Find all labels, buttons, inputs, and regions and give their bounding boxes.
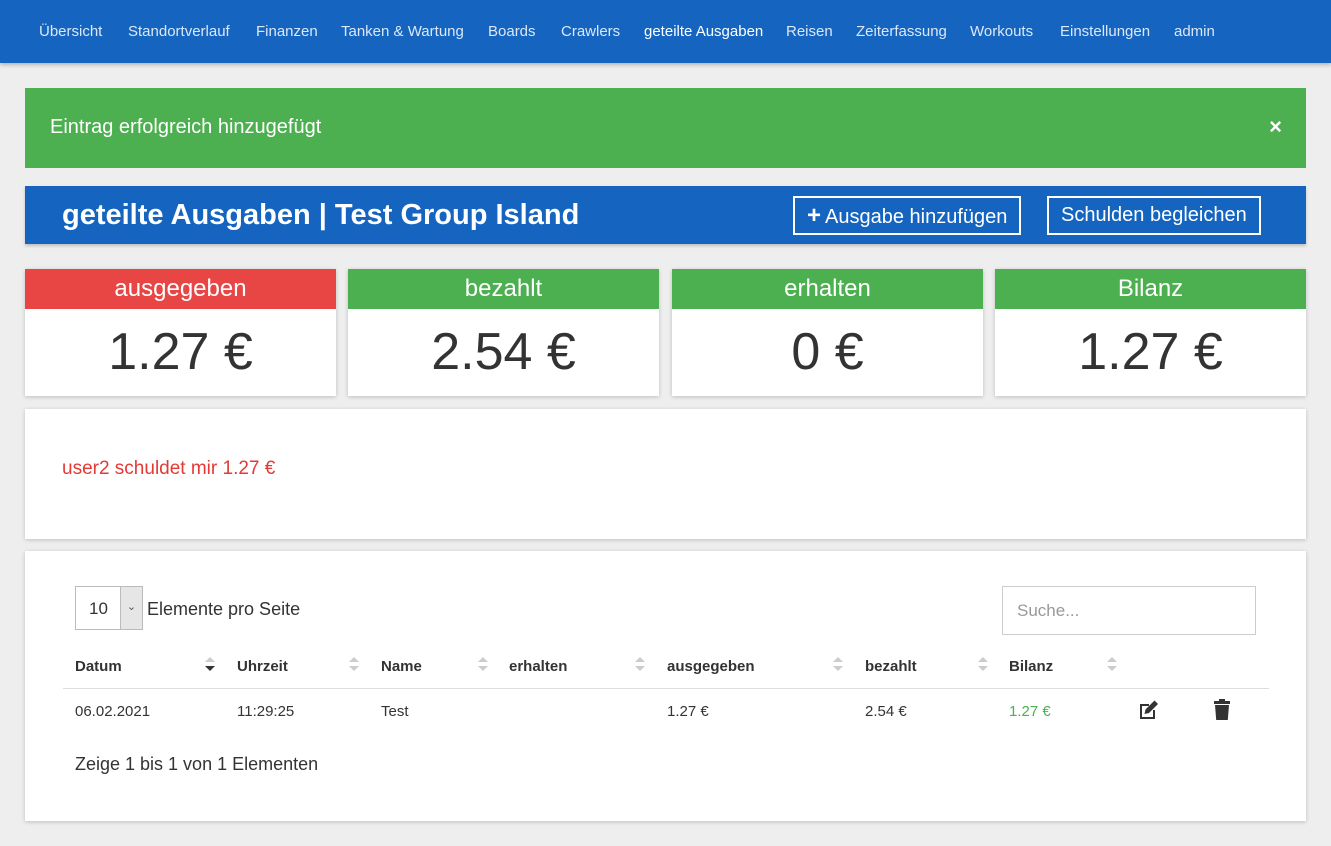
success-alert: Eintrag erfolgreich hinzugefügt × <box>25 88 1306 168</box>
sort-icon[interactable] <box>634 653 646 677</box>
stat-card-bilanz: Bilanz 1.27 € <box>995 269 1306 396</box>
nav-item-standortverlauf[interactable]: Standortverlauf <box>128 23 230 40</box>
add-expense-label: Ausgabe hinzufügen <box>825 206 1008 228</box>
stat-card-bezahlt: bezahlt 2.54 € <box>348 269 659 396</box>
close-icon[interactable]: × <box>1269 114 1282 140</box>
stat-card-label: erhalten <box>672 269 983 309</box>
column-header-ausgegeben[interactable]: ausgegeben <box>667 658 755 675</box>
column-header-erhalten[interactable]: erhalten <box>509 658 567 675</box>
stat-card-label: Bilanz <box>995 269 1306 309</box>
settle-debts-label: Schulden begleichen <box>1061 204 1247 226</box>
nav-item-crawlers[interactable]: Crawlers <box>561 23 620 40</box>
add-expense-button[interactable]: + Ausgabe hinzufügen <box>793 196 1022 235</box>
cell-datum: 06.02.2021 <box>75 703 151 720</box>
stat-card-label: bezahlt <box>348 269 659 309</box>
column-header-bilanz[interactable]: Bilanz <box>1009 658 1053 675</box>
stat-card-value: 0 € <box>791 323 864 381</box>
stat-card-label: ausgegeben <box>25 269 336 309</box>
page-size-value: 10 <box>89 599 108 618</box>
cell-bezahlt: 2.54 € <box>865 703 907 720</box>
search-input[interactable] <box>1002 586 1256 635</box>
stat-card-ausgegeben: ausgegeben 1.27 € <box>25 269 336 396</box>
sort-icon[interactable] <box>348 653 360 677</box>
sort-icon[interactable] <box>477 653 489 677</box>
top-navbar: Übersicht Standortverlauf Finanzen Tanke… <box>0 0 1331 63</box>
column-header-datum[interactable]: Datum <box>75 658 122 675</box>
trash-icon[interactable] <box>1210 698 1234 722</box>
column-header-uhrzeit[interactable]: Uhrzeit <box>237 658 288 675</box>
chevron-down-icon[interactable]: ⌄ <box>120 587 142 629</box>
group-header: geteilte Ausgaben | Test Group Island + A… <box>25 186 1306 244</box>
stat-card-value: 2.54 € <box>431 323 576 381</box>
pagination-info: Zeige 1 bis 1 von 1 Elementen <box>75 754 319 774</box>
nav-item-reisen[interactable]: Reisen <box>786 23 833 40</box>
nav-item-geteilte-ausgaben[interactable]: geteilte Ausgaben <box>644 23 763 40</box>
cell-name: Test <box>381 703 409 720</box>
page-title: geteilte Ausgaben | Test Group Island <box>62 199 580 231</box>
alert-message: Eintrag erfolgreich hinzugefügt <box>50 116 322 138</box>
cell-ausgegeben: 1.27 € <box>667 703 709 720</box>
stat-card-value: 1.27 € <box>108 323 253 381</box>
cell-uhrzeit: 11:29:25 <box>237 703 295 720</box>
debt-summary-panel: user2 schuldet mir 1.27 € <box>25 409 1306 539</box>
sort-icon[interactable] <box>832 653 844 677</box>
plus-icon: + <box>807 202 822 229</box>
sort-icon[interactable] <box>204 653 216 677</box>
sort-icon[interactable] <box>977 653 989 677</box>
settle-debts-button[interactable]: Schulden begleichen <box>1047 196 1261 235</box>
cell-bilanz: 1.27 € <box>1009 703 1051 720</box>
debt-summary-text: user2 schuldet mir 1.27 € <box>62 458 276 479</box>
column-header-name[interactable]: Name <box>381 658 422 675</box>
expenses-table-panel: 10 ⌄ Elemente pro Seite Datum Uhrzeit Na… <box>25 551 1306 821</box>
nav-item-admin[interactable]: admin <box>1174 23 1215 40</box>
table-header-divider <box>63 688 1269 689</box>
nav-item-workouts[interactable]: Workouts <box>970 23 1033 40</box>
nav-item-finanzen[interactable]: Finanzen <box>256 23 318 40</box>
column-header-bezahlt[interactable]: bezahlt <box>865 658 917 675</box>
nav-item-einstellungen[interactable]: Einstellungen <box>1060 23 1150 40</box>
stat-card-value: 1.27 € <box>1078 323 1223 381</box>
nav-item-boards[interactable]: Boards <box>488 23 536 40</box>
stat-card-erhalten: erhalten 0 € <box>672 269 983 396</box>
nav-item-tanken-wartung[interactable]: Tanken & Wartung <box>341 23 464 40</box>
page-size-select[interactable]: 10 ⌄ <box>75 586 143 630</box>
nav-item-uebersicht[interactable]: Übersicht <box>39 23 102 40</box>
nav-item-zeiterfassung[interactable]: Zeiterfassung <box>856 23 947 40</box>
page-size-label: Elemente pro Seite <box>147 599 301 619</box>
edit-icon[interactable] <box>1137 698 1161 722</box>
sort-icon[interactable] <box>1106 653 1118 677</box>
